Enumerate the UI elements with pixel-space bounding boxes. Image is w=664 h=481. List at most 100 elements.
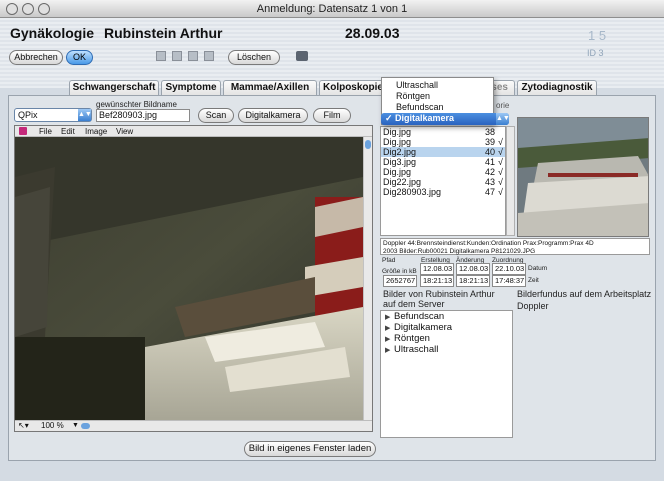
modified-time: 18:21:13 (456, 275, 490, 287)
tree-item-digitalkamera[interactable]: ▶ Digitalkamera (385, 322, 452, 333)
file-list-scrollbar[interactable] (506, 126, 515, 236)
header-area (0, 18, 664, 88)
title-bar: Anmeldung: Datensatz 1 von 1 (0, 0, 664, 18)
menu-image[interactable]: Image (85, 126, 107, 137)
viewer-scroll-thumb[interactable] (365, 140, 371, 149)
zoom-light[interactable] (38, 3, 50, 15)
record-first-icon[interactable] (156, 51, 166, 61)
app-icon (19, 127, 27, 135)
file-path-line1: Doppler 44:Brennsteindienst:Kunden:Ordin… (383, 240, 594, 247)
viewer-scrollbar[interactable] (363, 137, 372, 421)
modified-date: 12.08.03 (456, 263, 490, 275)
server-title-line1: Bilder von Rubinstein Arthur (383, 289, 495, 299)
open-in-window-button[interactable]: Bild in eigenes Fenster laden (244, 441, 376, 457)
list-item[interactable]: Dig.jpg 38 (381, 127, 505, 137)
tree-item-label: Röntgen (394, 333, 430, 344)
zoom-chevron-icon[interactable]: ▼ (72, 421, 79, 431)
category-label: orie (496, 101, 510, 110)
workstation-host: Doppler (517, 301, 549, 311)
image-viewer: File Edit Image View ↖▾ 100 % ▼ (14, 125, 373, 432)
ok-button[interactable]: OK (66, 50, 93, 65)
file-path-box: Doppler 44:Brennsteindienst:Kunden:Ordin… (380, 238, 650, 255)
tree-item-ultraschall[interactable]: ▶ Ultraschall (385, 344, 438, 355)
list-item[interactable]: Dig.jpg 39 √ (381, 137, 505, 147)
category-select[interactable]: ✓ Digitalkamera ▲▼ (381, 113, 510, 125)
list-item[interactable]: Dig2.jpg 40 √ (381, 147, 505, 157)
tab-symptome[interactable]: Symptome (161, 80, 221, 95)
workstation-title: Bilderfundus auf dem Arbeitsplatz (517, 289, 652, 299)
window-title: Anmeldung: Datensatz 1 von 1 (256, 3, 408, 15)
thumbnail-preview (517, 117, 649, 237)
tab-zytodiagnostik[interactable]: Zytodiagnostik (517, 80, 597, 95)
chevron-down-icon: ▲▼ (78, 109, 92, 121)
menu-item-roentgen[interactable]: Röntgen (382, 91, 493, 102)
size-label: Größe in kB (382, 268, 417, 275)
menu-view[interactable]: View (116, 126, 133, 137)
disclosure-triangle-icon[interactable]: ▶ (385, 313, 394, 321)
cancel-button[interactable]: Abbrechen (9, 50, 63, 65)
menu-file[interactable]: File (39, 126, 52, 137)
record-last-icon[interactable] (204, 51, 214, 61)
tree-item-label: Digitalkamera (394, 322, 453, 333)
record-id: ID 3 (587, 48, 604, 58)
list-item[interactable]: Dig.jpg 42 √ (381, 167, 505, 177)
camera-button[interactable]: Digitalkamera (238, 108, 308, 123)
viewer-statusbar: ↖▾ 100 % ▼ (15, 420, 372, 431)
chevron-down-icon: ▲▼ (496, 113, 510, 125)
tab-kolposkopie[interactable]: Kolposkopie (319, 80, 387, 95)
list-item[interactable]: Dig280903.jpg 47 √ (381, 187, 505, 197)
record-next-icon[interactable] (188, 51, 198, 61)
server-title: Bilder von Rubinstein Arthur auf dem Ser… (383, 289, 495, 309)
assigned-date: 22.10.03 (492, 263, 526, 275)
record-prev-icon[interactable] (172, 51, 182, 61)
created-time: 18:21:13 (420, 275, 454, 287)
filename-label: gewünschter Bildname (96, 100, 177, 109)
file-size: 2652767 (383, 275, 417, 287)
disclosure-triangle-icon[interactable]: ▶ (385, 324, 394, 332)
file-list[interactable]: Dig.jpg 38 Dig.jpg 39 √ Dig2.jpg 40 √ Dig3.jp… (380, 126, 506, 236)
main-window: Anmeldung: Datensatz 1 von 1 Gynäkologie… (0, 0, 664, 481)
pointer-tool-icon[interactable]: ↖▾ (18, 421, 29, 431)
tab-mammae-axillen[interactable]: Mammae/Axillen (223, 80, 317, 95)
source-select-value: QPix (18, 110, 38, 120)
time-label: Zeit (528, 277, 539, 284)
minimize-light[interactable] (22, 3, 34, 15)
close-light[interactable] (6, 3, 18, 15)
delete-button[interactable]: Löschen (228, 50, 280, 65)
zoom-level[interactable]: 100 % (41, 421, 64, 431)
created-date: 12.08.03 (420, 263, 454, 275)
patient-name: Rubinstein Arthur (104, 25, 223, 41)
tree-item-label: Ultraschall (394, 344, 439, 355)
menu-edit[interactable]: Edit (61, 126, 75, 137)
tree-item-befundscan[interactable]: ▶ Befundscan (385, 311, 444, 322)
menu-item-ultraschall[interactable]: Ultraschall (382, 80, 493, 91)
date-label: Datum (528, 265, 548, 272)
tab-schwangerschaft[interactable]: Schwangerschaft (69, 80, 159, 95)
checkmark-icon: ✓ (385, 113, 393, 123)
assigned-time: 17:48:37 (492, 275, 526, 287)
menu-item-befundscan[interactable]: Befundscan (382, 102, 493, 113)
department-title: Gynäkologie (10, 25, 95, 41)
disclosure-triangle-icon[interactable]: ▶ (385, 346, 394, 354)
photo-image (15, 137, 363, 421)
filename-input[interactable]: Bef280903.jpg (96, 109, 190, 122)
category-select-value: Digitalkamera (395, 113, 455, 123)
disclosure-triangle-icon[interactable]: ▶ (385, 335, 394, 343)
thumbnail-image (518, 118, 648, 236)
photo-preview (15, 137, 363, 421)
file-path-line2: 2003 Bilder:Rub00021 Digitalkamera P8121… (383, 247, 536, 255)
film-button[interactable]: Film (313, 108, 351, 123)
list-item[interactable]: Dig3.jpg 41 √ (381, 157, 505, 167)
printer-icon[interactable] (296, 51, 308, 61)
record-date: 28.09.03 (345, 25, 400, 41)
server-tree[interactable]: ▶ Befundscan ▶ Digitalkamera ▶ Röntgen ▶ Ult… (380, 310, 513, 438)
server-title-line2: auf dem Server (383, 299, 445, 309)
tree-item-roentgen[interactable]: ▶ Röntgen (385, 333, 430, 344)
hscroll-thumb[interactable] (81, 423, 90, 429)
viewer-menubar: File Edit Image View (15, 126, 372, 137)
scan-button[interactable]: Scan (198, 108, 234, 123)
tree-item-label: Befundscan (394, 311, 445, 322)
source-select[interactable]: QPix ▲▼ (14, 108, 92, 122)
list-item[interactable]: Dig22.jpg 43 √ (381, 177, 505, 187)
record-number: 1 5 (588, 28, 607, 43)
